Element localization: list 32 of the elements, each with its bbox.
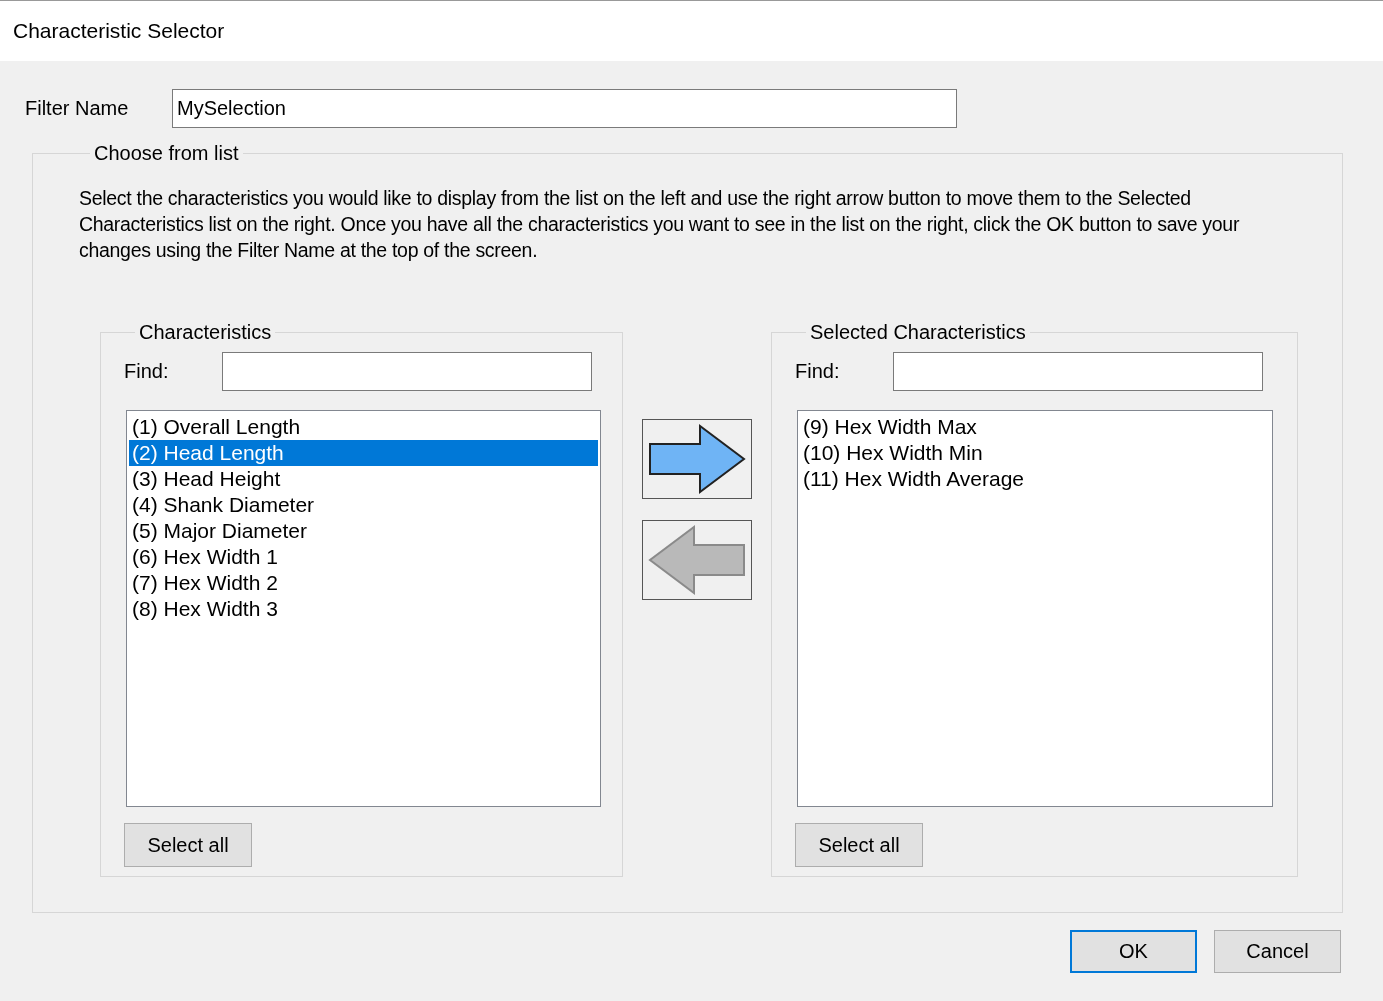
- left-arrow-icon: [648, 525, 745, 595]
- filter-name-field[interactable]: MySelection: [172, 89, 957, 128]
- find-label: Find:: [124, 360, 170, 383]
- find-field[interactable]: [222, 352, 592, 391]
- move-right-button[interactable]: [642, 419, 752, 499]
- list-item[interactable]: (10) Hex Width Min: [800, 440, 1270, 466]
- find-label: Find:: [795, 360, 841, 383]
- move-left-button[interactable]: [642, 520, 752, 600]
- list-item[interactable]: (9) Hex Width Max: [800, 414, 1270, 440]
- window-title: Characteristic Selector: [13, 19, 225, 43]
- list-box[interactable]: (1) Overall Length (2) Head Length (3) Head Height (4) Shank Diameter (5) Major Diameter (6) Hex Width 1 (7) Hex Width 2 (8) Hex Width 3: [126, 410, 601, 807]
- list-title: Characteristics: [138, 321, 273, 344]
- list-item[interactable]: (7) Hex Width 2: [129, 570, 598, 596]
- ok-button[interactable]: OK: [1070, 930, 1197, 973]
- select-all-button[interactable]: Select all: [124, 823, 252, 867]
- list-item[interactable]: (5) Major Diameter: [129, 518, 598, 544]
- instructions-text: Select the characteristics you would like to display from the list on the left and use the right arrow button to move them to the Selected Characteristics list on the right. Once you have all the characteristics you want to see in the list on the right, click the OK button to save your changes using the Filter Name at the top of the screen.: [79, 186, 1241, 263]
- filter-name-label: Filter Name: [25, 97, 130, 120]
- list-box[interactable]: (9) Hex Width Max (10) Hex Width Min (11) Hex Width Average: [797, 410, 1273, 807]
- group-title: Choose from list: [93, 142, 240, 165]
- list-item[interactable]: (1) Overall Length: [129, 414, 598, 440]
- select-all-button[interactable]: Select all: [795, 823, 923, 867]
- right-arrow-icon: [649, 424, 746, 494]
- list-item[interactable]: (6) Hex Width 1: [129, 544, 598, 570]
- cancel-button[interactable]: Cancel: [1214, 930, 1341, 973]
- list-item[interactable]: (11) Hex Width Average: [800, 466, 1270, 492]
- list-item[interactable]: (3) Head Height: [129, 466, 598, 492]
- list-title: Selected Characteristics: [809, 321, 1027, 344]
- list-item[interactable]: (4) Shank Diameter: [129, 492, 598, 518]
- list-item[interactable]: (2) Head Length: [129, 440, 598, 466]
- list-item[interactable]: (8) Hex Width 3: [129, 596, 598, 622]
- find-field[interactable]: [893, 352, 1263, 391]
